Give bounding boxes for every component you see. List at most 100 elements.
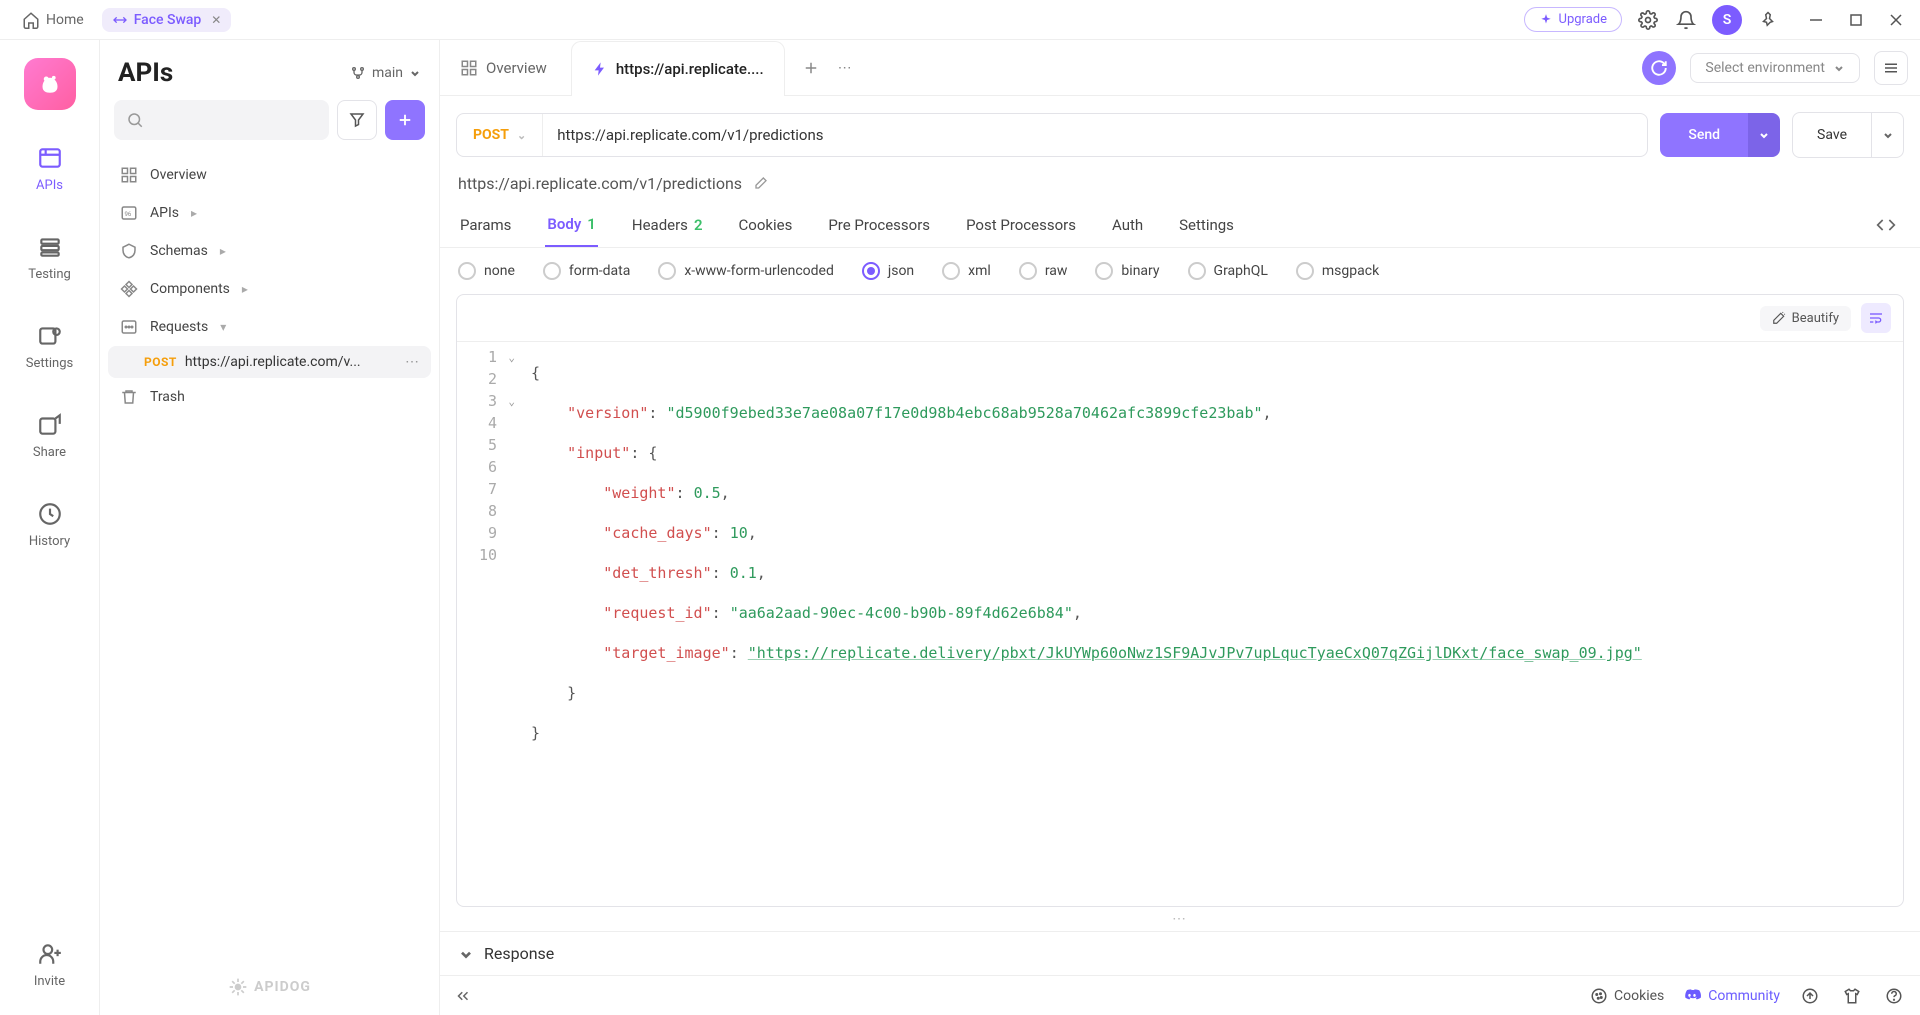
bodytype-xml[interactable]: xml: [942, 262, 991, 280]
window-close[interactable]: [1884, 8, 1908, 32]
rail-apis[interactable]: APIs: [14, 138, 86, 199]
requests-icon: [120, 318, 138, 336]
rail-testing[interactable]: Testing: [14, 227, 86, 288]
tree-request-item[interactable]: POST https://api.replicate.com/v... ⋯: [108, 346, 431, 378]
url-input[interactable]: https://api.replicate.com/v1/predictions: [543, 126, 1647, 144]
sectab-post[interactable]: Post Processors: [964, 204, 1078, 246]
sectab-body[interactable]: Body 1: [545, 203, 597, 247]
filter-button[interactable]: [337, 100, 377, 140]
window-maximize[interactable]: [1844, 8, 1868, 32]
sectab-settings[interactable]: Settings: [1177, 204, 1236, 246]
share-icon: [37, 412, 63, 438]
bodytype-binary[interactable]: binary: [1095, 262, 1159, 280]
save-dropdown[interactable]: [1871, 113, 1903, 157]
add-tab-button[interactable]: [799, 56, 823, 80]
footer-community[interactable]: Community: [1682, 986, 1780, 1006]
bodytype-json[interactable]: json: [862, 262, 914, 280]
close-icon[interactable]: ✕: [211, 13, 221, 27]
save-button[interactable]: Save: [1793, 113, 1871, 157]
search-input[interactable]: [114, 100, 329, 140]
upload-icon: [1801, 987, 1819, 1005]
sectab-params[interactable]: Params: [458, 204, 513, 246]
home-button[interactable]: Home: [12, 7, 94, 33]
sectab-pre[interactable]: Pre Processors: [826, 204, 932, 246]
code-view-button[interactable]: [1870, 209, 1902, 241]
tab-label: https://api.replicate....: [616, 60, 764, 78]
chevron-down-icon: [1833, 62, 1845, 74]
json-editor[interactable]: 1 ⌄ 2 3 ⌄ 4 5 6 7 8 9 10 { "version": "d…: [457, 341, 1903, 906]
branch-icon: [350, 65, 366, 81]
environment-selector[interactable]: Select environment: [1690, 53, 1860, 83]
response-toggle[interactable]: [458, 946, 474, 962]
filter-icon: [348, 111, 366, 129]
footer-cookies[interactable]: Cookies: [1590, 987, 1664, 1005]
rail-invite[interactable]: Invite: [14, 934, 86, 995]
bodytype-none[interactable]: none: [458, 262, 515, 280]
tree-label: Trash: [150, 389, 185, 405]
code-icon: [1876, 215, 1896, 235]
overview-icon: [120, 166, 138, 184]
menu-icon: [1882, 59, 1900, 77]
chevrons-left-icon: [454, 987, 472, 1005]
bodytype-graphql[interactable]: GraphQL: [1188, 262, 1268, 280]
run-history-button[interactable]: [1642, 51, 1676, 85]
schema-icon: [120, 242, 138, 260]
response-label: Response: [484, 944, 554, 963]
tree-requests[interactable]: Requests ▾: [108, 308, 431, 346]
send-button[interactable]: Send: [1660, 113, 1748, 157]
chevron-down-icon: [1758, 129, 1770, 141]
footer-help[interactable]: [1882, 984, 1906, 1008]
notifications-button[interactable]: [1674, 8, 1698, 32]
collapse-panels-button[interactable]: [454, 987, 472, 1005]
branch-selector[interactable]: main: [350, 65, 421, 81]
home-label: Home: [46, 12, 84, 28]
rail-label: History: [29, 534, 70, 549]
upgrade-button[interactable]: Upgrade: [1524, 7, 1622, 32]
tab-overview[interactable]: Overview: [440, 40, 567, 95]
tab-more-button[interactable]: ⋯: [833, 56, 857, 80]
add-button[interactable]: [385, 100, 425, 140]
wrap-button[interactable]: [1861, 303, 1891, 333]
edit-name-button[interactable]: [752, 176, 768, 192]
avatar[interactable]: S: [1712, 5, 1742, 35]
chevron-down-icon: [409, 67, 421, 79]
bodytype-raw[interactable]: raw: [1019, 262, 1068, 280]
method-selector[interactable]: POST ⌄: [457, 114, 543, 156]
tree-overview[interactable]: Overview: [108, 156, 431, 194]
send-dropdown[interactable]: [1748, 113, 1780, 157]
tree-components[interactable]: Components ▸: [108, 270, 431, 308]
sectab-headers[interactable]: Headers 2: [630, 204, 705, 246]
bodytype-formdata[interactable]: form-data: [543, 262, 630, 280]
settings-icon-button[interactable]: [1636, 8, 1660, 32]
rail-share[interactable]: Share: [14, 405, 86, 466]
request-method: POST: [144, 355, 177, 369]
tree-apis[interactable]: 96 APIs ▸: [108, 194, 431, 232]
footer-theme[interactable]: [1840, 984, 1864, 1008]
editor-code[interactable]: { "version": "d5900f9ebed33e7ae08a07f17e…: [523, 342, 1903, 906]
shirt-icon: [1843, 987, 1861, 1005]
tab-request[interactable]: https://api.replicate....: [571, 41, 785, 96]
close-icon: [1889, 13, 1903, 27]
sectab-auth[interactable]: Auth: [1110, 204, 1145, 246]
rail-label: Testing: [28, 267, 71, 282]
sectab-cookies[interactable]: Cookies: [737, 204, 795, 246]
bodytype-msgpack[interactable]: msgpack: [1296, 262, 1379, 280]
components-icon: [120, 280, 138, 298]
rail-history[interactable]: History: [14, 494, 86, 555]
panel-menu-button[interactable]: [1874, 51, 1908, 85]
footer-upload[interactable]: [1798, 984, 1822, 1008]
tree-schemas[interactable]: Schemas ▸: [108, 232, 431, 270]
resize-handle[interactable]: ⋯: [440, 907, 1920, 931]
bodytype-xwww[interactable]: x-www-form-urlencoded: [658, 262, 834, 280]
gear-icon: [1638, 10, 1658, 30]
maximize-icon: [1850, 14, 1862, 26]
headers-badge: 2: [694, 216, 703, 234]
pin-button[interactable]: [1756, 8, 1780, 32]
window-minimize[interactable]: [1804, 8, 1828, 32]
project-tab[interactable]: Face Swap ✕: [102, 8, 232, 32]
beautify-button[interactable]: Beautify: [1760, 306, 1851, 331]
more-icon[interactable]: ⋯: [405, 354, 419, 370]
rail-settings[interactable]: Settings: [14, 316, 86, 377]
invite-icon: [37, 941, 63, 967]
tree-trash[interactable]: Trash: [108, 378, 431, 416]
